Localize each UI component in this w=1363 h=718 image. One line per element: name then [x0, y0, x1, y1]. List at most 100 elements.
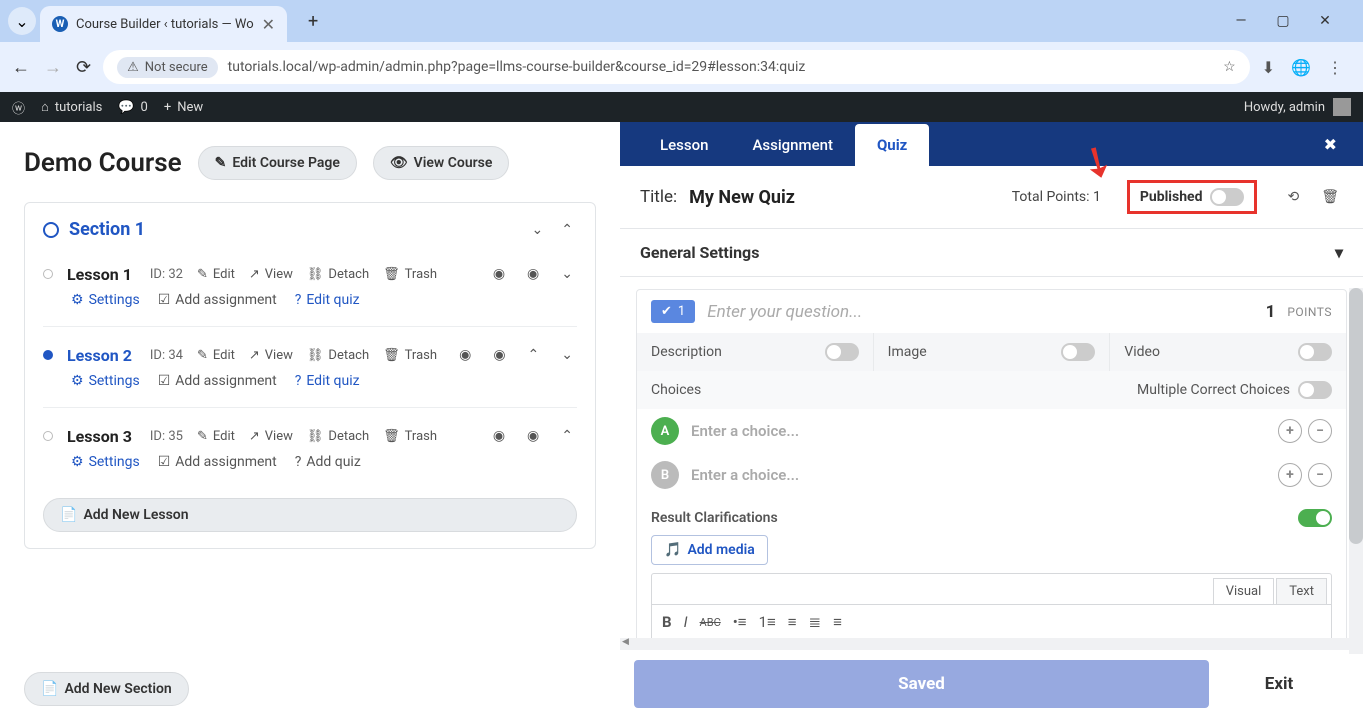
add-choice-button[interactable]: + [1278, 463, 1302, 487]
video-toggle[interactable] [1298, 343, 1332, 361]
target-icon[interactable]: ◉ [523, 426, 543, 446]
menu-icon[interactable]: ⋮ [1327, 58, 1343, 77]
add-assignment-link[interactable]: ☑Add assignment [158, 454, 277, 470]
edit-quiz-link[interactable]: ?Edit quiz [295, 292, 360, 308]
close-window-icon[interactable]: ✕ [1311, 13, 1339, 29]
trash-icon[interactable]: 🗑 [1317, 187, 1343, 207]
remove-choice-button[interactable]: − [1308, 463, 1332, 487]
trash-lesson-button[interactable]: 🗑Trash [383, 348, 437, 363]
trash-lesson-button[interactable]: 🗑Trash [383, 267, 437, 282]
download-icon[interactable]: ⬇ [1262, 58, 1275, 77]
chevron-down-icon[interactable]: ⌄ [528, 220, 548, 240]
bold-icon[interactable]: B [662, 613, 672, 631]
choice-letter-a[interactable]: A [651, 417, 679, 445]
view-lesson-button[interactable]: ↗View [249, 267, 293, 282]
edit-lesson-button[interactable]: ✎Edit [197, 267, 235, 282]
section-title[interactable]: Section 1 [69, 219, 518, 240]
new-content-link[interactable]: + New [164, 100, 203, 115]
wp-logo[interactable]: ⓦ [12, 98, 25, 117]
choice-input[interactable]: Enter a choice... [691, 422, 1266, 440]
result-clarifications-toggle[interactable] [1298, 509, 1332, 527]
new-tab-button[interactable]: + [299, 7, 327, 35]
add-assignment-link[interactable]: ☑Add assignment [158, 292, 277, 308]
maximize-icon[interactable]: ▢ [1269, 13, 1297, 29]
choice-letter-b[interactable]: B [651, 461, 679, 489]
quiz-title[interactable]: My New Quiz [689, 187, 795, 208]
lesson-settings-link[interactable]: ⚙Settings [71, 292, 140, 308]
site-link[interactable]: ⌂ tutorials [41, 99, 102, 115]
vertical-scrollbar[interactable] [1349, 288, 1363, 654]
tab-quiz[interactable]: Quiz [855, 124, 929, 166]
edit-quiz-link[interactable]: ?Edit quiz [295, 373, 360, 389]
tab-assignment[interactable]: Assignment [730, 124, 855, 166]
lesson-settings-link[interactable]: ⚙Settings [71, 454, 140, 470]
horizontal-scrollbar[interactable] [620, 638, 1363, 650]
howdy-text[interactable]: Howdy, admin [1244, 100, 1325, 115]
edit-lesson-button[interactable]: ✎Edit [197, 348, 235, 363]
add-assignment-link[interactable]: ☑Add assignment [158, 373, 277, 389]
editor-visual-tab[interactable]: Visual [1213, 578, 1275, 604]
detach-lesson-button[interactable]: ⛓Detach [307, 429, 369, 444]
lesson-radio-icon[interactable] [43, 269, 53, 279]
target-icon[interactable]: ◉ [489, 426, 509, 446]
question-input[interactable]: Enter your question... [707, 302, 1253, 322]
close-panel-icon[interactable]: ✖ [1316, 123, 1345, 166]
avatar[interactable] [1333, 98, 1351, 116]
published-toggle[interactable] [1210, 188, 1244, 206]
question-points[interactable]: 1 [1266, 302, 1276, 322]
saved-button[interactable]: Saved [634, 660, 1209, 708]
lesson-settings-link[interactable]: ⚙Settings [71, 373, 140, 389]
target-icon[interactable]: ◉ [489, 264, 509, 284]
view-lesson-button[interactable]: ↗View [249, 348, 293, 363]
add-new-lesson-button[interactable]: 📄 Add New Lesson [43, 498, 577, 532]
target-icon[interactable]: ◉ [489, 345, 509, 365]
numbered-list-icon[interactable]: 1≡ [759, 613, 776, 631]
scrollbar-thumb[interactable] [1349, 288, 1363, 544]
security-badge[interactable]: ⚠ Not secure [117, 57, 218, 78]
detach-lesson-button[interactable]: ⛓Detach [307, 267, 369, 282]
align-right-icon[interactable]: ≡ [833, 613, 842, 631]
description-toggle[interactable] [825, 343, 859, 361]
chevron-down-icon[interactable]: ⌄ [557, 345, 577, 365]
close-tab-icon[interactable]: ✕ [262, 15, 275, 34]
chevron-down-icon[interactable]: ⌄ [557, 264, 577, 284]
target-icon[interactable]: ◉ [455, 345, 475, 365]
italic-icon[interactable]: I [684, 613, 688, 631]
add-quiz-link[interactable]: ?Add quiz [295, 454, 361, 470]
bullet-list-icon[interactable]: •≡ [733, 613, 747, 631]
target-icon[interactable]: ◉ [523, 264, 543, 284]
lesson-radio-icon[interactable] [43, 431, 53, 441]
add-media-button[interactable]: 🎵 Add media [651, 535, 768, 565]
star-icon[interactable]: ☆ [1223, 59, 1236, 75]
refresh-icon[interactable]: ⟲ [1283, 187, 1303, 207]
tab-lesson[interactable]: Lesson [638, 124, 730, 166]
edit-lesson-button[interactable]: ✎Edit [197, 429, 235, 444]
lesson-radio-icon[interactable] [43, 350, 53, 360]
image-toggle[interactable] [1061, 343, 1095, 361]
choice-input[interactable]: Enter a choice... [691, 466, 1266, 484]
general-settings-header[interactable]: General Settings ▾ [620, 229, 1363, 277]
minimize-icon[interactable]: — [1227, 13, 1255, 29]
lesson-name[interactable]: Lesson 2 [67, 346, 132, 365]
trash-lesson-button[interactable]: 🗑Trash [383, 429, 437, 444]
exit-button[interactable]: Exit [1209, 660, 1349, 708]
chevron-up-icon[interactable]: ⌃ [557, 426, 577, 446]
browser-tab[interactable]: W Course Builder ‹ tutorials — Wo ✕ [40, 6, 287, 42]
add-new-section-button[interactable]: 📄 Add New Section [24, 672, 189, 706]
detach-lesson-button[interactable]: ⛓Detach [307, 348, 369, 363]
tab-list-dropdown[interactable]: ⌄ [8, 7, 36, 35]
align-left-icon[interactable]: ≡ [788, 613, 797, 631]
add-choice-button[interactable]: + [1278, 419, 1302, 443]
comments-link[interactable]: 💬 0 [118, 100, 148, 115]
align-center-icon[interactable]: ≣ [809, 613, 822, 631]
editor-text-tab[interactable]: Text [1276, 578, 1327, 604]
section-radio-icon[interactable] [43, 222, 59, 238]
multiple-correct-toggle[interactable] [1298, 381, 1332, 399]
view-lesson-button[interactable]: ↗View [249, 429, 293, 444]
lesson-name[interactable]: Lesson 1 [67, 265, 132, 284]
edit-course-page-button[interactable]: ✎ Edit Course Page [198, 146, 357, 180]
back-icon[interactable]: ← [12, 57, 30, 78]
reload-icon[interactable]: ⟳ [76, 57, 91, 78]
strikethrough-icon[interactable]: ABC [700, 616, 721, 629]
url-input[interactable]: ⚠ Not secure tutorials.local/wp-admin/ad… [103, 50, 1250, 84]
